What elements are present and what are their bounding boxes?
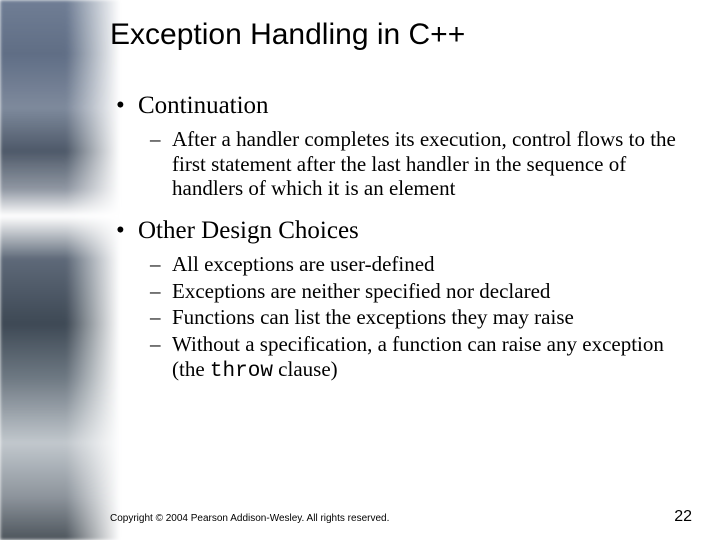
code-keyword: throw	[210, 360, 273, 383]
sub-bullet-text-suffix: clause)	[273, 357, 338, 381]
copyright-text: Copyright © 2004 Pearson Addison-Wesley.…	[110, 513, 389, 524]
sub-bullet-item: Functions can list the exceptions they m…	[150, 305, 692, 330]
sub-bullet-list: All exceptions are user-defined Exceptio…	[138, 252, 692, 385]
sub-bullet-list: After a handler completes its execution,…	[138, 127, 692, 201]
page-number: 22	[674, 508, 692, 526]
bullet-item: Other Design Choices All exceptions are …	[116, 217, 692, 385]
bullet-text: Continuation	[138, 92, 269, 119]
mountain-sidebar-image	[0, 0, 120, 540]
slide-title: Exception Handling in C++	[110, 18, 692, 52]
slide-content: Exception Handling in C++ Continuation A…	[110, 18, 692, 522]
bullet-item: Continuation After a handler completes i…	[116, 92, 692, 201]
sub-bullet-item: All exceptions are user-defined	[150, 252, 692, 277]
bullet-list: Continuation After a handler completes i…	[110, 92, 692, 385]
bullet-text: Other Design Choices	[138, 217, 359, 244]
sub-bullet-item: Exceptions are neither specified nor dec…	[150, 279, 692, 304]
sub-bullet-item: After a handler completes its execution,…	[150, 127, 692, 201]
slide-footer: Copyright © 2004 Pearson Addison-Wesley.…	[110, 508, 692, 526]
sub-bullet-item: Without a specification, a function can …	[150, 332, 692, 385]
